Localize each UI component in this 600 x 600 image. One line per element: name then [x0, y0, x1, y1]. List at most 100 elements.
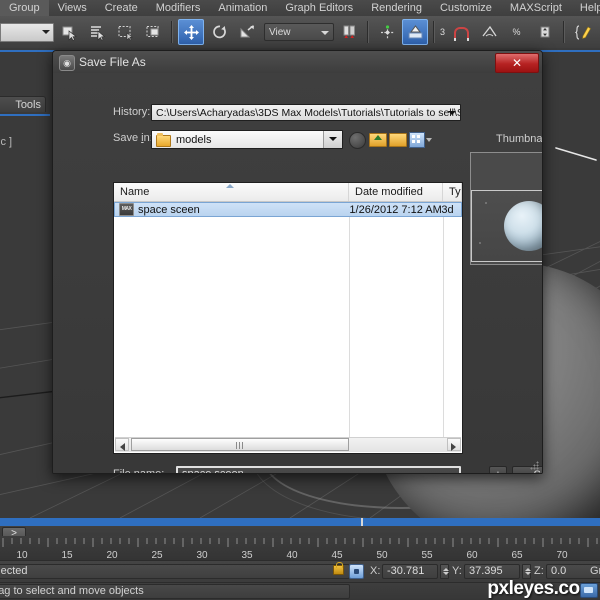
file-list-header: Name Date modified Ty — [114, 183, 462, 202]
y-value[interactable]: 37.395 — [464, 564, 520, 579]
create-new-folder-icon[interactable] — [389, 133, 407, 147]
svg-text:15: 15 — [61, 550, 73, 560]
time-slider-track[interactable] — [0, 518, 600, 526]
history-label: History: — [113, 106, 151, 118]
svg-text:65: 65 — [511, 550, 523, 560]
named-selection-sets-combo[interactable] — [0, 22, 54, 42]
file-list-horizontal-scrollbar[interactable] — [115, 437, 461, 452]
tools-tab[interactable]: Tools — [0, 96, 46, 112]
column-divider-2 — [443, 202, 444, 439]
scroll-left-icon[interactable] — [115, 438, 129, 451]
panel-accent-rule — [0, 114, 50, 116]
svg-text:35: 35 — [241, 550, 253, 560]
thumbnail-image — [471, 190, 542, 262]
close-icon[interactable]: ✕ — [495, 53, 539, 73]
menu-item-animation[interactable]: Animation — [209, 0, 276, 16]
x-spinner[interactable] — [440, 564, 449, 579]
coord-system-value: View — [269, 27, 291, 38]
chevron-down-icon[interactable] — [448, 111, 456, 115]
folder-icon — [156, 133, 171, 147]
edit-named-selection-sets-icon[interactable] — [570, 19, 596, 45]
menu-item-customize[interactable]: Customize — [431, 0, 501, 16]
frame-ruler[interactable]: 10 15 20 25 30 35 40 45 50 55 60 65 70 — [0, 536, 600, 560]
scrollbar-thumb[interactable] — [131, 438, 349, 451]
svg-text:45: 45 — [331, 550, 343, 560]
spinner-snap-toggle-icon[interactable] — [532, 19, 558, 45]
file-list[interactable]: Name Date modified Ty MAX space sceen 1/… — [113, 182, 463, 454]
main-toolbar: View 3 % Create Selection — [0, 16, 600, 49]
dialog-title: Save File As — [79, 55, 146, 69]
file-type-cell: 3d — [441, 203, 454, 216]
menu-item-group[interactable]: Group — [0, 0, 49, 16]
file-name-label: File name: — [113, 468, 165, 474]
up-one-level-icon[interactable] — [369, 133, 387, 147]
save-file-as-dialog: ◉ Save File As ✕ History: C:\Users\Achar… — [52, 50, 543, 474]
time-slider-handle[interactable] — [361, 518, 363, 526]
x-label: X: — [370, 565, 381, 577]
3dsmax-window: Group Views Create Modifiers Animation G… — [0, 0, 600, 600]
select-and-scale-icon[interactable] — [234, 19, 260, 45]
select-and-manipulate-icon[interactable] — [374, 19, 400, 45]
select-and-rotate-icon[interactable] — [206, 19, 232, 45]
column-header-date-modified[interactable]: Date modified — [349, 183, 443, 201]
history-value: C:\Users\Acharyadas\3DS Max Models\Tutor… — [156, 107, 461, 119]
file-name-cell: space sceen — [138, 203, 200, 216]
percent-glyph: % — [512, 27, 521, 37]
z-label: Z: — [534, 565, 544, 577]
svg-text:25: 25 — [151, 550, 163, 560]
menu-item-graph-editors[interactable]: Graph Editors — [276, 0, 362, 16]
svg-text:40: 40 — [286, 550, 298, 560]
y-spinner[interactable] — [522, 564, 531, 579]
add-button[interactable]: + — [489, 466, 507, 473]
reference-coordinate-system-combo[interactable]: View — [264, 23, 334, 41]
svg-text:60: 60 — [466, 550, 478, 560]
file-name-input[interactable]: space sceen — [176, 466, 461, 473]
angle-snap-toggle-icon[interactable] — [476, 19, 502, 45]
svg-text:70: 70 — [556, 550, 568, 560]
max-file-icon: MAX — [119, 203, 134, 216]
column-divider-1 — [349, 202, 350, 439]
svg-text:50: 50 — [376, 550, 388, 560]
menu-item-modifiers[interactable]: Modifiers — [147, 0, 210, 16]
select-by-name-icon[interactable] — [84, 19, 110, 45]
menu-item-views[interactable]: Views — [49, 0, 96, 16]
thumbnail-panel — [470, 152, 542, 265]
3dsmax-icon: ◉ — [59, 55, 75, 71]
x-value[interactable]: -30.781 — [382, 564, 438, 579]
menu-item-maxscript[interactable]: MAXScript — [501, 0, 571, 16]
absolute-relative-transform-icon[interactable] — [349, 564, 364, 579]
dialog-body: History: C:\Users\Acharyadas\3DS Max Mod… — [53, 73, 542, 473]
lock-selection-icon[interactable] — [333, 562, 344, 575]
prompt-line: and drag to select and move objects — [0, 584, 350, 599]
use-pivot-point-center-icon[interactable] — [336, 19, 362, 45]
snap-level-label: 3 — [440, 27, 446, 37]
window-crossing-icon[interactable] — [140, 19, 166, 45]
dialog-titlebar[interactable]: ◉ Save File As ✕ — [53, 51, 542, 74]
column-header-name[interactable]: Name — [114, 183, 349, 201]
menu-bar: Group Views Create Modifiers Animation G… — [0, 0, 600, 17]
back-icon[interactable] — [349, 132, 366, 149]
history-combo[interactable]: C:\Users\Acharyadas\3DS Max Models\Tutor… — [151, 104, 461, 121]
viewport-label[interactable]: ic ] — [0, 136, 12, 148]
table-row[interactable]: MAX space sceen 1/26/2012 7:12 AM 3d — [114, 202, 462, 217]
scroll-right-icon[interactable] — [447, 438, 461, 451]
save-in-combo[interactable]: models — [151, 130, 343, 149]
menu-item-rendering[interactable]: Rendering — [362, 0, 431, 16]
menu-item-create[interactable]: Create — [96, 0, 147, 16]
save-in-label: Save in: — [113, 132, 153, 144]
snaps-toggle-icon[interactable] — [448, 19, 474, 45]
views-chevron-down-icon[interactable] — [426, 138, 432, 142]
keyboard-shortcut-override-icon[interactable] — [402, 19, 428, 45]
percent-snap-toggle-icon[interactable]: % — [504, 19, 530, 45]
views-icon[interactable] — [409, 132, 425, 148]
save-in-dropdown-button[interactable] — [323, 131, 342, 148]
select-and-move-icon[interactable] — [178, 19, 204, 45]
watermark-badge-icon — [580, 583, 598, 598]
resize-grip[interactable] — [530, 461, 539, 470]
thumbnail-label: Thumbnail — [496, 133, 543, 145]
column-header-type[interactable]: Ty — [443, 183, 462, 201]
menu-item-help[interactable]: Help — [571, 0, 600, 16]
save-in-value: models — [176, 134, 212, 146]
rectangular-selection-region-icon[interactable] — [112, 19, 138, 45]
select-object-icon[interactable] — [56, 19, 82, 45]
